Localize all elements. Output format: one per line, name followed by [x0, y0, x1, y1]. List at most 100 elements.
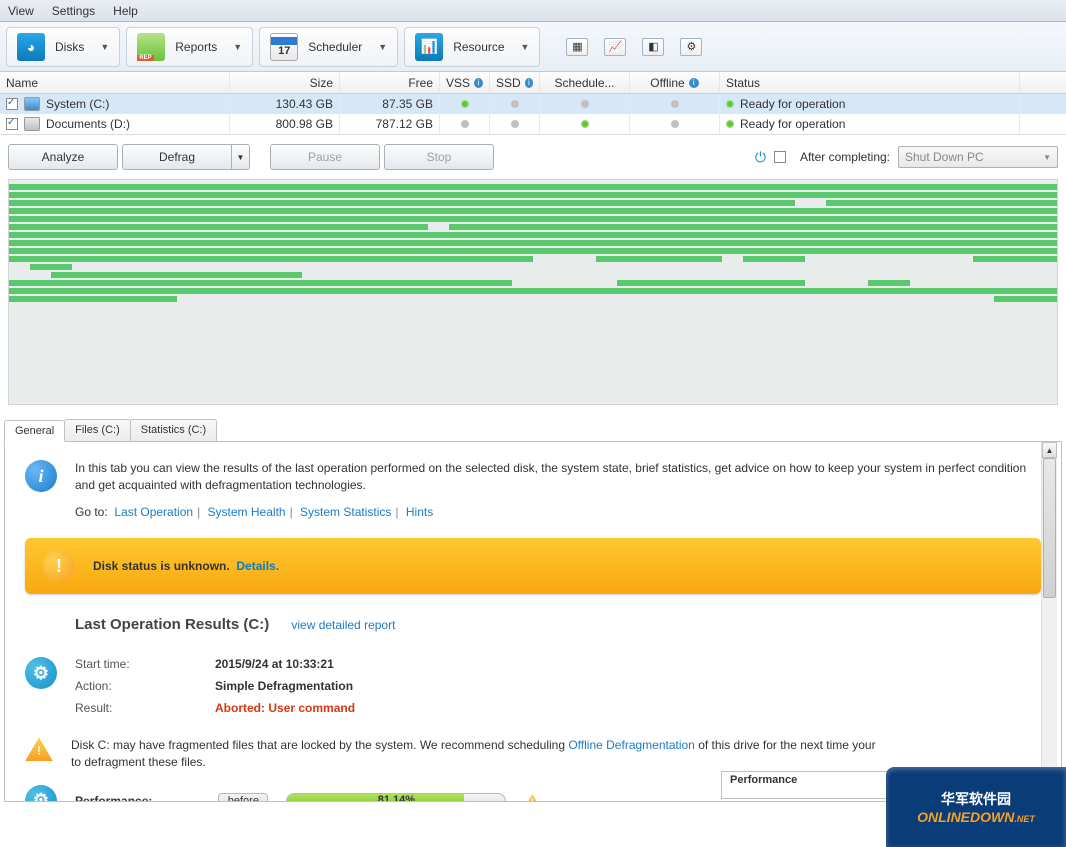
- table-row[interactable]: Documents (D:) 800.98 GB 787.12 GB Ready…: [0, 114, 1066, 134]
- scrollbar-thumb[interactable]: [1043, 458, 1056, 598]
- toolbar-reports-button[interactable]: Reports ▼: [126, 27, 253, 67]
- vertical-scrollbar[interactable]: ▲ ▼: [1041, 442, 1057, 801]
- link-system-statistics[interactable]: System Statistics: [300, 505, 391, 519]
- col-name[interactable]: Name: [0, 72, 230, 93]
- performance-before-label: before: [218, 793, 268, 802]
- pause-button: Pause: [270, 144, 380, 170]
- toolbar-scheduler-button[interactable]: 17 Scheduler ▼: [259, 27, 398, 67]
- cell-status: Ready for operation: [740, 117, 845, 131]
- cell-size: 800.98 GB: [230, 114, 340, 134]
- table-header: Name Size Free VSSi SSDi Schedule... Off…: [0, 72, 1066, 94]
- status-dot-green: [461, 100, 469, 108]
- tb-small-2[interactable]: 📈: [604, 38, 626, 56]
- watermark-en: ONLINEDOWN.NET: [917, 809, 1035, 825]
- menubar: View Settings Help: [0, 0, 1066, 22]
- goto-links: Go to: Last Operation| System Health| Sy…: [75, 504, 1041, 521]
- warn-text-b: of this drive for the next time your: [695, 738, 876, 752]
- tb-small-3[interactable]: ◧: [642, 38, 664, 56]
- link-last-operation[interactable]: Last Operation: [114, 505, 193, 519]
- start-time-value: 2015/9/24 at 10:33:21: [215, 657, 334, 671]
- warn-text-a: Disk C: may have fragmented files that a…: [71, 738, 568, 752]
- action-label: Action:: [75, 679, 215, 693]
- status-dot-green: [726, 100, 734, 108]
- disk-name: Documents (D:): [46, 117, 130, 131]
- menu-help[interactable]: Help: [113, 4, 138, 18]
- watermark-logo: 华军软件园 ONLINEDOWN.NET: [886, 767, 1066, 847]
- tab-bar: General Files (C:) Statistics (C:): [4, 419, 1062, 442]
- result-value: Aborted: User command: [215, 701, 355, 715]
- disk-icon: [24, 117, 40, 131]
- col-ssd[interactable]: SSDi: [490, 72, 540, 93]
- col-size[interactable]: Size: [230, 72, 340, 93]
- row-checkbox[interactable]: [6, 98, 18, 110]
- disk-name: System (C:): [46, 97, 109, 111]
- after-completing-checkbox[interactable]: [774, 151, 786, 163]
- goto-label: Go to:: [75, 505, 108, 519]
- info-icon: i: [25, 460, 57, 492]
- chevron-down-icon: ▼: [521, 42, 530, 52]
- disk-table: Name Size Free VSSi SSDi Schedule... Off…: [0, 72, 1066, 135]
- toolbar-disks-label: Disks: [55, 40, 84, 54]
- performance-percent: 81.14%: [287, 794, 505, 802]
- table-row[interactable]: System (C:) 130.43 GB 87.35 GB Ready for…: [0, 94, 1066, 114]
- analyze-button[interactable]: Analyze: [8, 144, 118, 170]
- cell-free: 787.12 GB: [340, 114, 440, 134]
- toolbar-reports-label: Reports: [175, 40, 217, 54]
- intro-paragraph: In this tab you can view the results of …: [75, 460, 1041, 494]
- toolbar-small-buttons: ▦ 📈 ◧ ⚙: [566, 38, 702, 56]
- tab-general[interactable]: General: [4, 420, 65, 442]
- fragmentation-map[interactable]: [8, 179, 1058, 405]
- menu-settings[interactable]: Settings: [52, 4, 95, 18]
- last-operation-heading: Last Operation Results (C:) view detaile…: [75, 616, 1041, 633]
- banner-message: Disk status is unknown.: [93, 559, 230, 573]
- warning-icon: [25, 737, 53, 761]
- view-detailed-report-link[interactable]: view detailed report: [291, 618, 395, 632]
- disks-icon: ◕: [17, 33, 45, 61]
- col-offline[interactable]: Offlinei: [630, 72, 720, 93]
- gear-icon: ⚙: [25, 657, 57, 689]
- chevron-down-icon: ▼: [233, 42, 242, 52]
- tab-content-general: i In this tab you can view the results o…: [4, 442, 1062, 802]
- col-status[interactable]: Status: [720, 72, 1020, 93]
- tab-statistics[interactable]: Statistics (C:): [130, 419, 217, 441]
- row-checkbox[interactable]: [6, 118, 18, 130]
- info-icon: i: [525, 78, 533, 88]
- main-toolbar: ◕ Disks ▼ Reports ▼ 17 Scheduler ▼ 📊 Res…: [0, 22, 1066, 72]
- result-label: Result:: [75, 701, 215, 715]
- toolbar-disks-button[interactable]: ◕ Disks ▼: [6, 27, 120, 67]
- col-vss[interactable]: VSSi: [440, 72, 490, 93]
- intro-section: i In this tab you can view the results o…: [25, 460, 1041, 520]
- tab-files[interactable]: Files (C:): [64, 419, 131, 441]
- link-system-health[interactable]: System Health: [208, 505, 286, 519]
- chevron-down-icon[interactable]: ▼: [232, 144, 250, 170]
- defrag-button[interactable]: Defrag ▼: [122, 144, 250, 170]
- warn-text-c: to defragment these files.: [71, 755, 206, 769]
- cell-size: 130.43 GB: [230, 94, 340, 114]
- toolbar-resource-button[interactable]: 📊 Resource ▼: [404, 27, 540, 67]
- status-dot-green: [726, 120, 734, 128]
- chevron-down-icon: ▼: [100, 42, 109, 52]
- tb-small-1[interactable]: ▦: [566, 38, 588, 56]
- col-schedule[interactable]: Schedule...: [540, 72, 630, 93]
- col-free[interactable]: Free: [340, 72, 440, 93]
- stop-button: Stop: [384, 144, 494, 170]
- offline-defrag-link[interactable]: Offline Defragmentation: [568, 738, 695, 752]
- status-dot-gray: [581, 100, 589, 108]
- power-icon: ⏻: [755, 149, 766, 166]
- scroll-up-button[interactable]: ▲: [1042, 442, 1057, 458]
- disk-icon: [24, 97, 40, 111]
- cell-free: 87.35 GB: [340, 94, 440, 114]
- toolbar-scheduler-label: Scheduler: [308, 40, 362, 54]
- menu-view[interactable]: View: [8, 4, 34, 18]
- banner-details-link[interactable]: Details.: [236, 559, 279, 573]
- status-dot-gray: [671, 100, 679, 108]
- after-completing-combo[interactable]: Shut Down PC ▼: [898, 146, 1058, 168]
- toolbar-resource-label: Resource: [453, 40, 504, 54]
- link-hints[interactable]: Hints: [406, 505, 433, 519]
- info-icon: i: [689, 78, 699, 88]
- cell-status: Ready for operation: [740, 97, 845, 111]
- locked-files-warning: Disk C: may have fragmented files that a…: [25, 737, 1041, 771]
- reports-icon: [137, 33, 165, 61]
- scheduler-icon: 17: [270, 33, 298, 61]
- tb-small-4[interactable]: ⚙: [680, 38, 702, 56]
